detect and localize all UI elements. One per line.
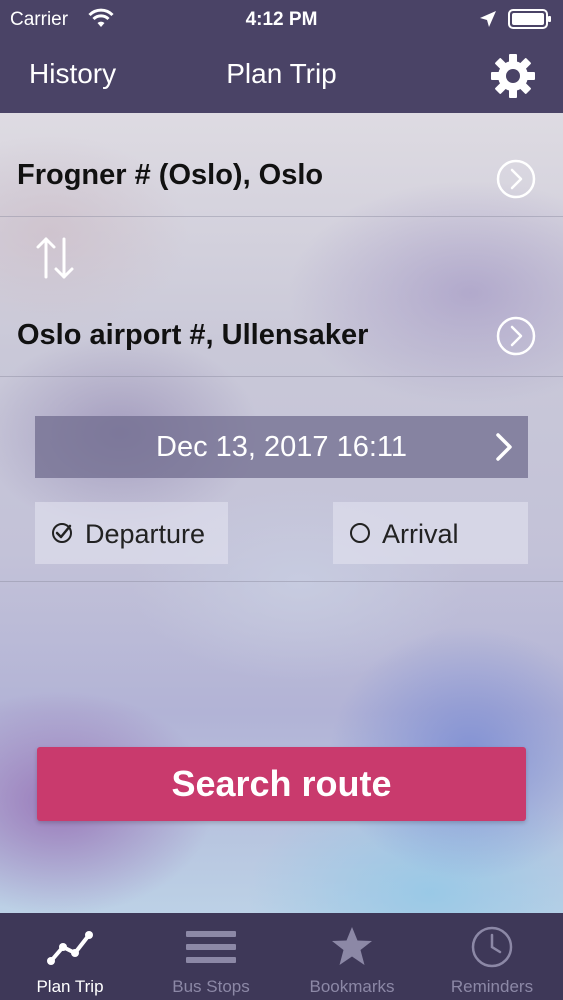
header: Carrier 4:12 PM History Plan Trip: [0, 0, 563, 113]
arrival-label: Arrival: [382, 519, 459, 549]
clock-icon: [471, 926, 513, 968]
chevron-right-icon: [496, 433, 512, 461]
datetime-picker-button[interactable]: Dec 13, 2017 16:11: [35, 416, 528, 478]
tab-bus-stops-label: Bus Stops: [172, 977, 250, 996]
tab-reminders[interactable]: Reminders: [422, 913, 562, 1000]
tab-reminders-label: Reminders: [450, 977, 534, 996]
to-location-row[interactable]: Oslo airport #, Ullensaker: [0, 271, 563, 377]
to-chevron-icon: [496, 316, 536, 356]
from-location-row[interactable]: Frogner # (Oslo), Oslo: [0, 113, 563, 217]
tab-bookmarks-label: Bookmarks: [309, 977, 395, 996]
arrival-option[interactable]: Arrival: [333, 502, 528, 564]
status-bar: Carrier 4:12 PM: [0, 0, 563, 40]
tab-bar: Plan Trip Bus Stops Bookmarks Reminders: [0, 913, 563, 1000]
unchecked-circle-icon: [350, 523, 370, 543]
to-location-label: Oslo airport #, Ullensaker: [17, 319, 369, 351]
star-icon: [332, 927, 372, 965]
divider: [0, 581, 563, 582]
route-icon: [47, 931, 93, 965]
tab-bookmarks[interactable]: Bookmarks: [282, 913, 422, 1000]
gear-icon[interactable]: [490, 53, 536, 99]
datetime-value: Dec 13, 2017 16:11: [156, 431, 407, 463]
departure-label: Departure: [85, 519, 206, 549]
list-icon: [186, 931, 236, 963]
tab-plan-trip[interactable]: Plan Trip: [0, 913, 140, 1000]
search-route-button[interactable]: Search route: [37, 747, 526, 821]
trip-form: Frogner # (Oslo), Oslo Oslo airport #, U…: [0, 113, 563, 913]
checked-circle-icon: [52, 523, 72, 543]
from-location-label: Frogner # (Oslo), Oslo: [17, 159, 324, 191]
location-arrow-icon: [480, 11, 496, 27]
battery-icon: [508, 9, 551, 29]
page-title: Plan Trip: [226, 58, 337, 89]
departure-option[interactable]: Departure: [35, 502, 228, 564]
from-chevron-icon: [496, 159, 536, 199]
plan-trip-screen: Carrier 4:12 PM History Plan Trip Frogne…: [0, 0, 563, 1000]
tab-plan-trip-label: Plan Trip: [36, 977, 104, 996]
tab-bus-stops[interactable]: Bus Stops: [141, 913, 281, 1000]
